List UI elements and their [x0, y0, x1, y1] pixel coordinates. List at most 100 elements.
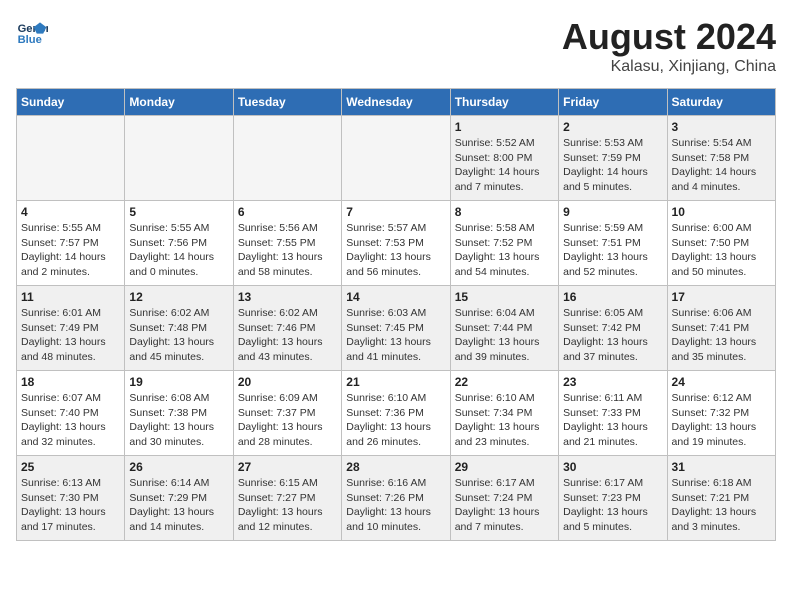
calendar-cell [342, 116, 450, 201]
calendar-cell: 14Sunrise: 6:03 AMSunset: 7:45 PMDayligh… [342, 286, 450, 371]
day-number: 10 [672, 205, 771, 219]
day-info: Sunrise: 5:55 AMSunset: 7:57 PMDaylight:… [21, 221, 120, 280]
day-info: Sunrise: 6:10 AMSunset: 7:36 PMDaylight:… [346, 391, 445, 450]
calendar-cell: 30 Sunrise: 6:17 AMSunset: 7:23 PMDayligh… [559, 456, 667, 541]
calendar-cell [125, 116, 233, 201]
day-number: 21 [346, 375, 445, 389]
day-info: Sunrise: 6:16 AMSunset: 7:26 PMDaylight:… [346, 476, 445, 535]
calendar-cell [233, 116, 341, 201]
page-header: General Blue August 2024 Kalasu, Xinjian… [16, 16, 776, 76]
calendar-cell: 1 Sunrise: 5:52 AMSunset: 8:00 PMDaylight… [450, 116, 558, 201]
title-area: August 2024 Kalasu, Xinjiang, China [562, 16, 776, 76]
calendar-cell: 29 Sunrise: 6:17 AMSunset: 7:24 PMDayligh… [450, 456, 558, 541]
day-number: 11 [21, 290, 120, 304]
day-info: Sunrise: 6:17 AMSunset: 7:23 PMDaylight:… [563, 476, 662, 535]
day-info: Sunrise: 6:04 AMSunset: 7:44 PMDaylight:… [455, 306, 554, 365]
day-number: 8 [455, 205, 554, 219]
calendar-cell: 7 Sunrise: 5:57 AMSunset: 7:53 PMDaylight… [342, 201, 450, 286]
day-info: Sunrise: 6:09 AMSunset: 7:37 PMDaylight:… [238, 391, 337, 450]
calendar-cell: 17 Sunrise: 6:06 AMSunset: 7:41 PMDayligh… [667, 286, 775, 371]
calendar-cell: 9 Sunrise: 5:59 AMSunset: 7:51 PMDaylight… [559, 201, 667, 286]
day-number: 30 [563, 460, 662, 474]
day-number: 12 [129, 290, 228, 304]
calendar-table: SundayMondayTuesdayWednesdayThursdayFrid… [16, 88, 776, 541]
calendar-cell: 6 Sunrise: 5:56 AMSunset: 7:55 PMDaylight… [233, 201, 341, 286]
day-number: 15 [455, 290, 554, 304]
day-number: 7 [346, 205, 445, 219]
calendar-cell: 22 Sunrise: 6:10 AMSunset: 7:34 PMDayligh… [450, 371, 558, 456]
calendar-cell: 8 Sunrise: 5:58 AMSunset: 7:52 PMDaylight… [450, 201, 558, 286]
weekday-header-thursday: Thursday [450, 89, 558, 116]
calendar-cell: 26 Sunrise: 6:14 AMSunset: 7:29 PMDayligh… [125, 456, 233, 541]
day-number: 25 [21, 460, 120, 474]
weekday-header-wednesday: Wednesday [342, 89, 450, 116]
day-number: 5 [129, 205, 228, 219]
day-info: Sunrise: 6:07 AMSunset: 7:40 PMDaylight:… [21, 391, 120, 450]
day-number: 23 [563, 375, 662, 389]
day-number: 3 [672, 120, 771, 134]
day-number: 13 [238, 290, 337, 304]
day-info: Sunrise: 6:12 AMSunset: 7:32 PMDaylight:… [672, 391, 771, 450]
day-number: 17 [672, 290, 771, 304]
weekday-header-tuesday: Tuesday [233, 89, 341, 116]
day-info: Sunrise: 5:52 AMSunset: 8:00 PMDaylight:… [455, 136, 554, 195]
calendar-cell [17, 116, 125, 201]
day-info: Sunrise: 5:56 AMSunset: 7:55 PMDaylight:… [238, 221, 337, 280]
day-info: Sunrise: 6:02 AMSunset: 7:48 PMDaylight:… [129, 306, 228, 365]
day-number: 9 [563, 205, 662, 219]
calendar-cell: 20 Sunrise: 6:09 AMSunset: 7:37 PMDayligh… [233, 371, 341, 456]
day-info: Sunrise: 6:08 AMSunset: 7:38 PMDaylight:… [129, 391, 228, 450]
calendar-cell: 12 Sunrise: 6:02 AMSunset: 7:48 PMDayligh… [125, 286, 233, 371]
weekday-header-saturday: Saturday [667, 89, 775, 116]
weekday-header-sunday: Sunday [17, 89, 125, 116]
day-info: Sunrise: 6:06 AMSunset: 7:41 PMDaylight:… [672, 306, 771, 365]
day-info: Sunrise: 5:57 AMSunset: 7:53 PMDaylight:… [346, 221, 445, 280]
day-number: 20 [238, 375, 337, 389]
day-info: Sunrise: 6:15 AMSunset: 7:27 PMDaylight:… [238, 476, 337, 535]
day-info: Sunrise: 5:53 AMSunset: 7:59 PMDaylight:… [563, 136, 662, 195]
day-number: 2 [563, 120, 662, 134]
calendar-cell: 13 Sunrise: 6:02 AMSunset: 7:46 PMDayligh… [233, 286, 341, 371]
calendar-cell: 19Sunrise: 6:08 AMSunset: 7:38 PMDayligh… [125, 371, 233, 456]
day-number: 24 [672, 375, 771, 389]
day-number: 4 [21, 205, 120, 219]
calendar-cell: 11Sunrise: 6:01 AMSunset: 7:49 PMDayligh… [17, 286, 125, 371]
calendar-cell: 23Sunrise: 6:11 AMSunset: 7:33 PMDayligh… [559, 371, 667, 456]
day-number: 31 [672, 460, 771, 474]
calendar-cell: 2 Sunrise: 5:53 AMSunset: 7:59 PMDaylight… [559, 116, 667, 201]
day-number: 26 [129, 460, 228, 474]
day-info: Sunrise: 5:55 AMSunset: 7:56 PMDaylight:… [129, 221, 228, 280]
day-info: Sunrise: 6:02 AMSunset: 7:46 PMDaylight:… [238, 306, 337, 365]
calendar-cell: 10 Sunrise: 6:00 AMSunset: 7:50 PMDayligh… [667, 201, 775, 286]
day-info: Sunrise: 6:17 AMSunset: 7:24 PMDaylight:… [455, 476, 554, 535]
day-info: Sunrise: 5:58 AMSunset: 7:52 PMDaylight:… [455, 221, 554, 280]
subtitle: Kalasu, Xinjiang, China [562, 58, 776, 76]
day-number: 29 [455, 460, 554, 474]
day-info: Sunrise: 6:00 AMSunset: 7:50 PMDaylight:… [672, 221, 771, 280]
calendar-cell: 21 Sunrise: 6:10 AMSunset: 7:36 PMDayligh… [342, 371, 450, 456]
calendar-cell: 3 Sunrise: 5:54 AMSunset: 7:58 PMDaylight… [667, 116, 775, 201]
weekday-header-monday: Monday [125, 89, 233, 116]
day-info: Sunrise: 6:13 AMSunset: 7:30 PMDaylight:… [21, 476, 120, 535]
day-info: Sunrise: 6:14 AMSunset: 7:29 PMDaylight:… [129, 476, 228, 535]
day-info: Sunrise: 6:05 AMSunset: 7:42 PMDaylight:… [563, 306, 662, 365]
calendar-cell: 28Sunrise: 6:16 AMSunset: 7:26 PMDayligh… [342, 456, 450, 541]
calendar-cell: 15 Sunrise: 6:04 AMSunset: 7:44 PMDayligh… [450, 286, 558, 371]
day-number: 6 [238, 205, 337, 219]
calendar-cell: 24 Sunrise: 6:12 AMSunset: 7:32 PMDayligh… [667, 371, 775, 456]
day-info: Sunrise: 5:59 AMSunset: 7:51 PMDaylight:… [563, 221, 662, 280]
day-info: Sunrise: 5:54 AMSunset: 7:58 PMDaylight:… [672, 136, 771, 195]
calendar-cell: 25 Sunrise: 6:13 AMSunset: 7:30 PMDayligh… [17, 456, 125, 541]
day-info: Sunrise: 6:10 AMSunset: 7:34 PMDaylight:… [455, 391, 554, 450]
day-number: 16 [563, 290, 662, 304]
logo-icon: General Blue [16, 16, 48, 48]
calendar-cell: 5 Sunrise: 5:55 AMSunset: 7:56 PMDaylight… [125, 201, 233, 286]
calendar-cell: 31 Sunrise: 6:18 AMSunset: 7:21 PMDayligh… [667, 456, 775, 541]
day-number: 22 [455, 375, 554, 389]
day-number: 18 [21, 375, 120, 389]
day-number: 1 [455, 120, 554, 134]
day-info: Sunrise: 6:18 AMSunset: 7:21 PMDaylight:… [672, 476, 771, 535]
calendar-cell: 18 Sunrise: 6:07 AMSunset: 7:40 PMDayligh… [17, 371, 125, 456]
calendar-cell: 27Sunrise: 6:15 AMSunset: 7:27 PMDayligh… [233, 456, 341, 541]
weekday-header-friday: Friday [559, 89, 667, 116]
